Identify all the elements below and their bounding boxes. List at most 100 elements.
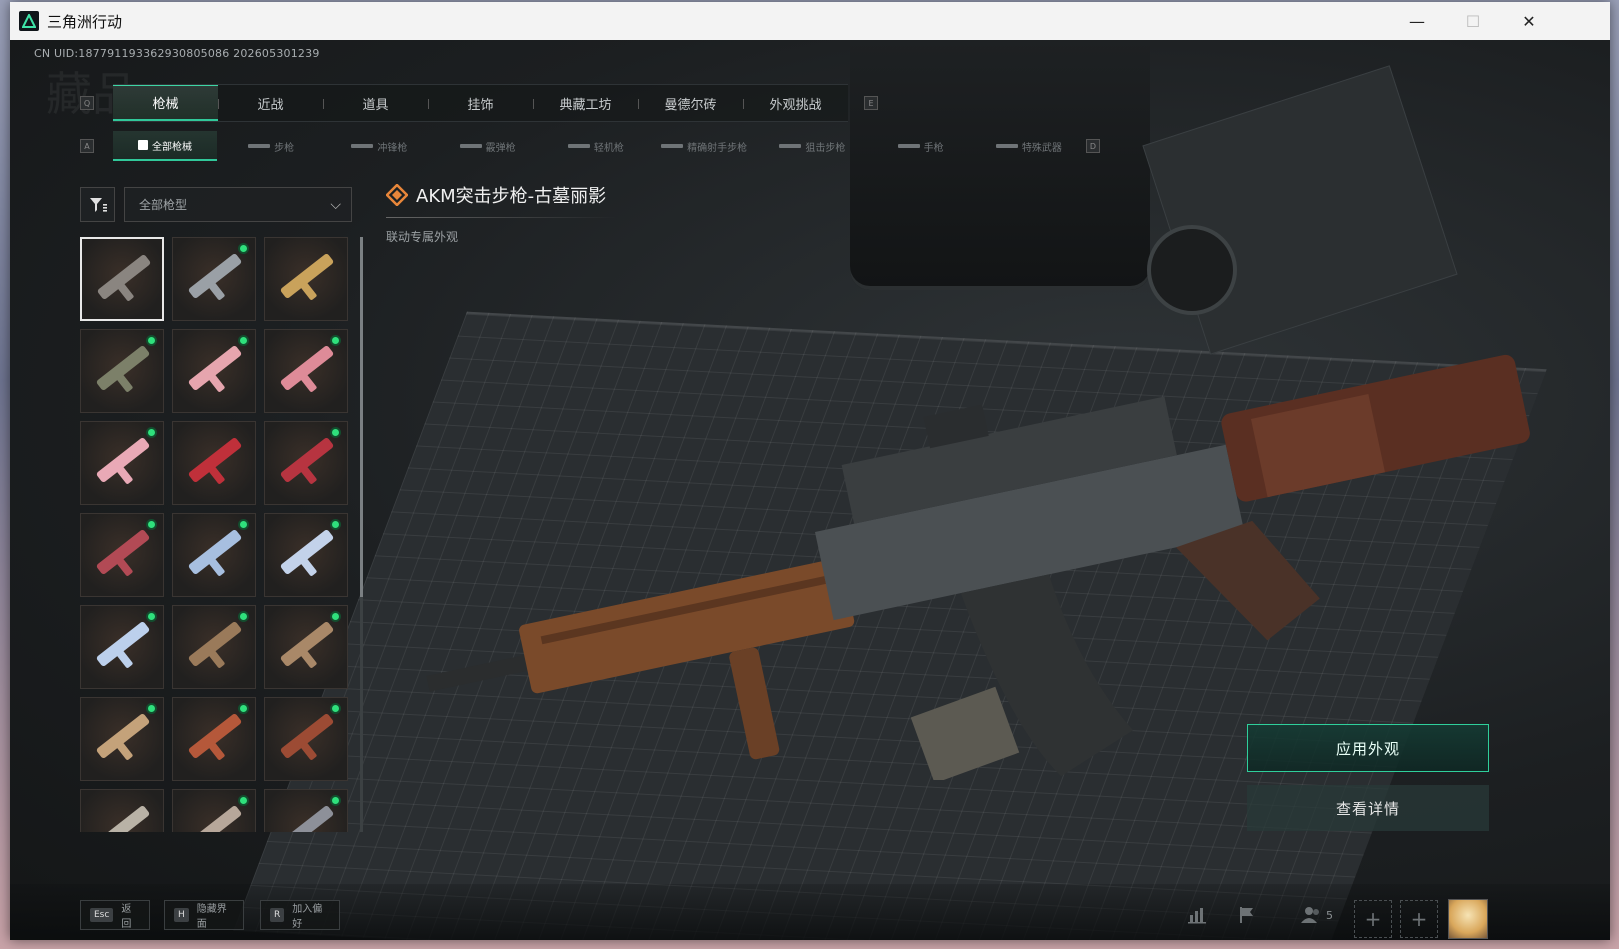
view-details-button[interactable]: 查看详情 <box>1247 785 1489 831</box>
tab-6[interactable]: 外观挑战 <box>743 85 848 121</box>
subtab-3[interactable]: 霰弹枪 <box>434 131 542 161</box>
weapon-thumbnail-icon <box>187 804 243 832</box>
skin-grid <box>80 237 350 832</box>
flag-icon[interactable] <box>1234 902 1260 928</box>
add-party-slot-2[interactable]: + <box>1400 900 1438 938</box>
new-badge-icon <box>146 427 157 438</box>
subtab-label: 全部枪械 <box>152 141 192 153</box>
bar-chart-icon[interactable] <box>1184 902 1210 928</box>
subtab-2[interactable]: 冲锋枪 <box>325 131 433 161</box>
new-badge-icon <box>238 243 249 254</box>
scrollbar-thumb[interactable] <box>360 237 363 597</box>
gun-silhouette-icon <box>897 144 920 148</box>
hint-label: 加入偏好 <box>292 904 323 930</box>
gun-silhouette-icon <box>995 144 1018 148</box>
subtab-7[interactable]: 手枪 <box>867 131 975 161</box>
weapon-type-select-value: 全部枪型 <box>139 198 188 212</box>
subtab-8[interactable]: 特殊武器 <box>975 131 1083 161</box>
filter-button[interactable] <box>80 187 115 222</box>
skin-item[interactable] <box>80 329 164 413</box>
hint-esc[interactable]: Esc 返回 <box>80 900 150 930</box>
weapon-type-tabs: 全部枪械 步枪 冲锋枪 霰弹枪 轻机枪 精确射手步枪 狙击步枪 手枪 特殊武器 <box>113 131 1083 161</box>
tab-2[interactable]: 道具 <box>323 85 428 121</box>
subtab-4[interactable]: 轻机枪 <box>542 131 650 161</box>
selected-skin-subtitle: 联动专属外观 <box>386 230 459 244</box>
gun-silhouette-icon <box>779 144 802 148</box>
new-badge-icon <box>330 427 341 438</box>
title-bar: 三角洲行动 — ☐ ✕ <box>10 2 1610 40</box>
subtab-prev-key[interactable]: A <box>80 139 94 153</box>
skin-item[interactable] <box>172 697 256 781</box>
new-badge-icon <box>146 703 157 714</box>
subtab-label: 步枪 <box>274 142 295 154</box>
weapon-thumbnail-icon <box>96 253 152 301</box>
tab-prev-key[interactable]: Q <box>80 96 94 110</box>
new-badge-icon <box>330 611 341 622</box>
subtab-0[interactable]: 全部枪械 <box>113 131 217 161</box>
skin-item[interactable] <box>264 605 348 689</box>
subtab-next-key[interactable]: D <box>1086 139 1100 153</box>
skin-item[interactable] <box>264 513 348 597</box>
friends-button[interactable]: 5 <box>1294 902 1340 928</box>
subtab-label: 狙击步枪 <box>805 142 846 154</box>
subtab-label: 冲锋枪 <box>377 142 408 154</box>
skin-item[interactable] <box>264 697 348 781</box>
skin-item[interactable] <box>172 605 256 689</box>
weapon-thumbnail-icon <box>187 528 243 576</box>
skin-item[interactable] <box>80 237 164 321</box>
skin-item[interactable] <box>80 513 164 597</box>
gun-silhouette-icon <box>567 144 590 148</box>
subtab-1[interactable]: 步枪 <box>217 131 325 161</box>
weapon-thumbnail-icon <box>279 252 335 300</box>
tab-5[interactable]: 曼德尔砖 <box>638 85 743 121</box>
tab-3[interactable]: 挂饰 <box>428 85 533 121</box>
subtab-6[interactable]: 狙击步枪 <box>758 131 866 161</box>
subtab-5[interactable]: 精确射手步枪 <box>650 131 758 161</box>
skin-item[interactable] <box>172 789 256 832</box>
skin-item[interactable] <box>264 329 348 413</box>
subtab-label: 特殊武器 <box>1021 142 1062 154</box>
add-party-slot-1[interactable]: + <box>1354 900 1392 938</box>
weapon-type-select[interactable]: 全部枪型 ⌵ <box>124 187 352 222</box>
skin-item[interactable] <box>172 237 256 321</box>
skin-item[interactable] <box>264 789 348 832</box>
tab-1[interactable]: 近战 <box>218 85 323 121</box>
chevron-down-icon: ⌵ <box>330 197 341 213</box>
skin-item[interactable] <box>172 421 256 505</box>
skin-item[interactable] <box>80 605 164 689</box>
weapon-thumbnail-icon <box>187 252 243 300</box>
new-badge-icon <box>238 611 249 622</box>
skin-item[interactable] <box>264 237 348 321</box>
skin-item[interactable] <box>264 421 348 505</box>
skin-item[interactable] <box>80 421 164 505</box>
tab-0[interactable]: 枪械 <box>113 85 218 121</box>
close-button[interactable]: ✕ <box>1501 2 1557 40</box>
maximize-icon: ☐ <box>1465 11 1481 31</box>
skin-grid-scrollbar[interactable] <box>360 237 363 832</box>
skin-item[interactable] <box>172 513 256 597</box>
weapon-thumbnail-icon <box>279 436 335 484</box>
window-title: 三角洲行动 <box>47 12 123 31</box>
hint-r[interactable]: R 加入偏好 <box>260 900 340 930</box>
tab-4[interactable]: 典藏工坊 <box>533 85 638 121</box>
skin-item[interactable] <box>80 789 164 832</box>
bottom-bar: Esc 返回 H 隐藏界面 R 加入偏好 5 + + <box>10 884 1610 940</box>
hint-label: 隐藏界面 <box>196 904 227 930</box>
weapon-case-background <box>850 40 1150 290</box>
filter-icon <box>89 197 107 212</box>
tab-next-key[interactable]: E <box>864 96 878 110</box>
hint-h[interactable]: H 隐藏界面 <box>164 900 244 930</box>
new-badge-icon <box>238 703 249 714</box>
skin-item[interactable] <box>172 329 256 413</box>
maximize-button[interactable]: ☐ <box>1445 2 1501 40</box>
new-badge-icon <box>238 519 249 530</box>
skin-item[interactable] <box>80 697 164 781</box>
app-logo-icon <box>19 11 39 31</box>
weapon-thumbnail-icon <box>95 528 151 576</box>
key-cap: R <box>270 908 285 922</box>
minimize-button[interactable]: — <box>1389 2 1445 40</box>
weapon-thumbnail-icon <box>279 804 335 832</box>
subtab-label: 霰弹枪 <box>485 142 516 154</box>
player-avatar[interactable] <box>1448 899 1488 939</box>
apply-skin-button[interactable]: 应用外观 <box>1247 724 1489 772</box>
